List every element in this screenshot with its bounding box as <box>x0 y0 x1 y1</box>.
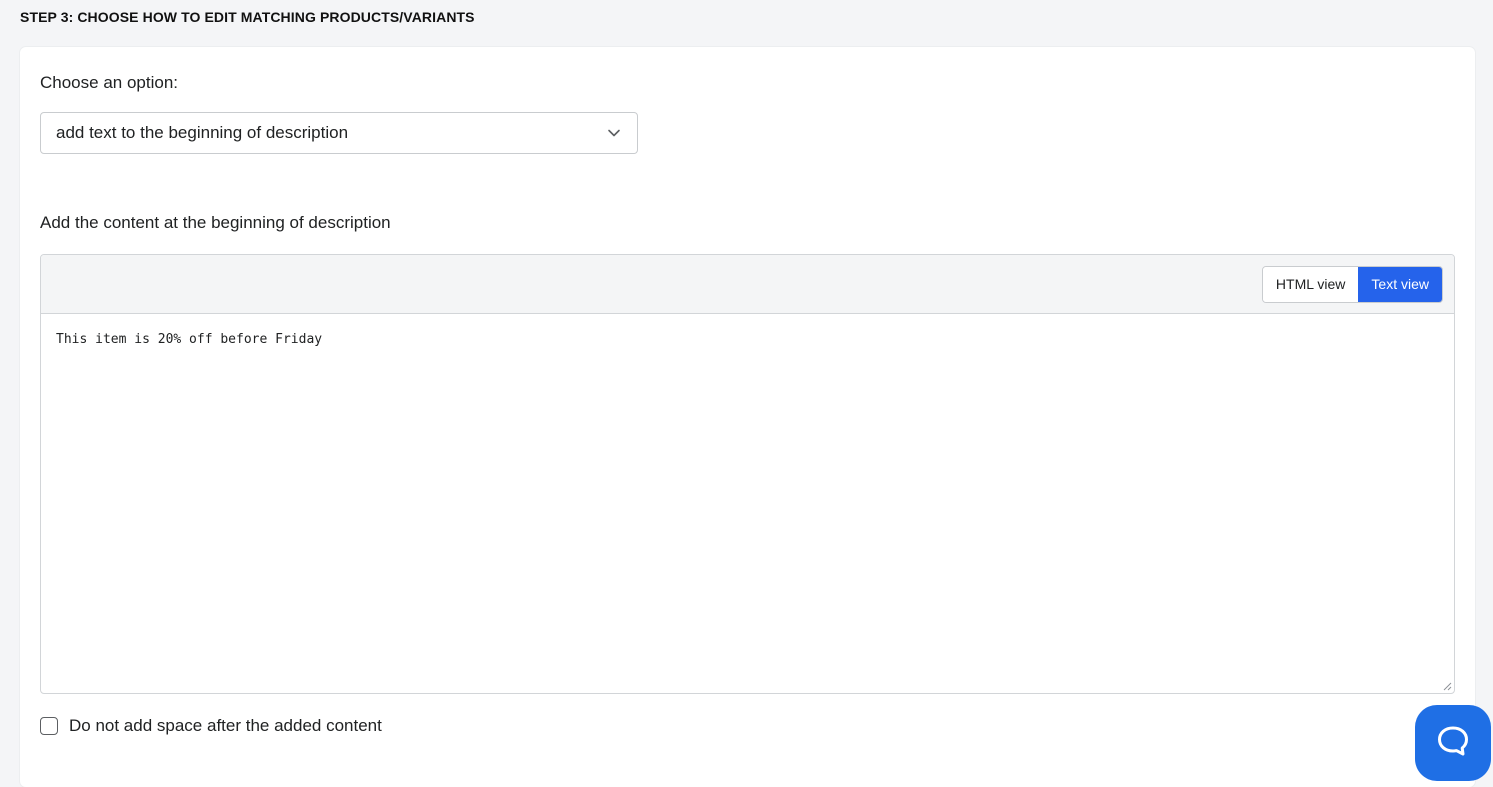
chat-bubble-icon <box>1438 726 1468 756</box>
html-view-button[interactable]: HTML view <box>1262 267 1359 302</box>
no-space-checkbox[interactable] <box>40 717 58 735</box>
add-content-label: Add the content at the beginning of desc… <box>40 213 391 232</box>
editor-toolbar: HTML view Text view <box>41 255 1454 314</box>
chevron-down-icon <box>608 129 620 137</box>
choose-option-label: Choose an option: <box>40 73 178 92</box>
resize-grip-icon[interactable] <box>1442 681 1452 691</box>
chat-button[interactable] <box>1415 705 1491 781</box>
view-toggle-group: HTML view Text view <box>1261 266 1443 303</box>
text-view-button[interactable]: Text view <box>1358 267 1442 302</box>
content-textarea[interactable]: This item is 20% off before Friday <box>41 314 1454 692</box>
edit-options-card: Choose an option: add text to the beginn… <box>20 47 1475 787</box>
content-editor: HTML view Text view This item is 20% off… <box>40 254 1455 694</box>
step-title: STEP 3: CHOOSE HOW TO EDIT MATCHING PROD… <box>20 9 475 25</box>
edit-option-select[interactable]: add text to the beginning of description <box>40 112 638 154</box>
no-space-label[interactable]: Do not add space after the added content <box>69 716 382 736</box>
edit-option-selected-value: add text to the beginning of description <box>56 123 349 142</box>
no-space-option[interactable]: Do not add space after the added content <box>40 716 382 736</box>
